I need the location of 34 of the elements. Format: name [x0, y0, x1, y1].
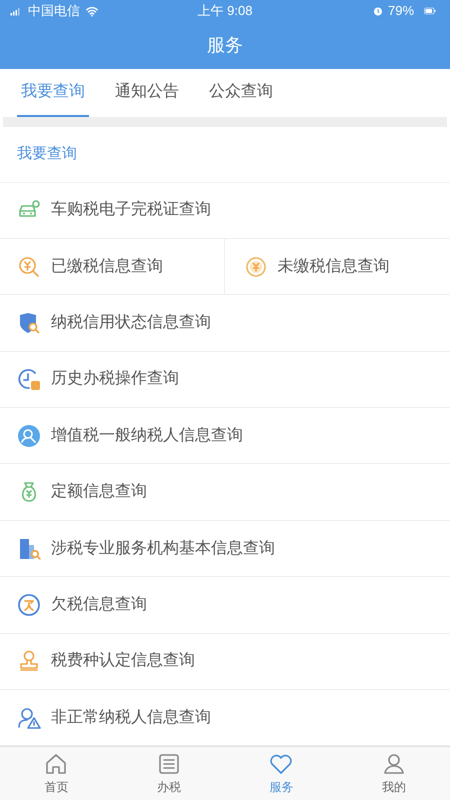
query-item[interactable]: 未缴税信息查询 — [224, 238, 450, 294]
section-title: 我要查询 — [17, 144, 77, 164]
query-item[interactable]: 定额信息查询 — [0, 464, 450, 520]
query-item[interactable]: 欠税信息查询 — [0, 577, 450, 633]
building-search-icon — [17, 536, 41, 561]
query-item[interactable]: 税费种认定信息查询 — [0, 634, 450, 690]
person-icon — [382, 752, 406, 776]
query-item[interactable]: 已缴税信息查询 — [0, 238, 224, 294]
clock-time: 上午 9:08 — [196, 2, 254, 20]
carrier-name: 中国电信 — [28, 2, 80, 20]
query-item[interactable]: 非正常纳税人信息查询 — [0, 690, 450, 746]
person-search-icon — [17, 424, 41, 448]
list-icon — [156, 752, 181, 776]
query-item[interactable]: 增值税一般纳税人信息查询 — [0, 408, 450, 464]
tab-bar-item[interactable]: 我的 — [338, 747, 450, 800]
query-item[interactable]: 涉税专业服务机构基本信息查询 — [0, 520, 450, 576]
shield-search-icon — [17, 311, 41, 335]
tab[interactable]: 公众查询 — [205, 69, 277, 118]
tab-bar-item[interactable]: 办税 — [112, 747, 225, 800]
home-icon — [44, 752, 68, 776]
badge-icon — [17, 592, 41, 617]
coin-icon — [244, 254, 268, 279]
clock-icon — [17, 367, 41, 392]
page-title: 服务 — [207, 34, 243, 58]
query-item[interactable]: 纳税信用状态信息查询 — [0, 295, 450, 351]
tab[interactable]: 通知公告 — [111, 69, 183, 118]
coin-search-icon — [17, 254, 41, 279]
battery-percent: 79% — [388, 2, 414, 20]
tab-bar-item[interactable]: 首页 — [0, 747, 112, 800]
query-item[interactable]: 车购税电子完税证查询 — [0, 182, 450, 238]
query-item[interactable]: 历史办税操作查询 — [0, 352, 450, 408]
stamp-icon — [17, 649, 41, 674]
person-warning-icon — [17, 706, 41, 730]
alarm-icon — [372, 4, 384, 17]
